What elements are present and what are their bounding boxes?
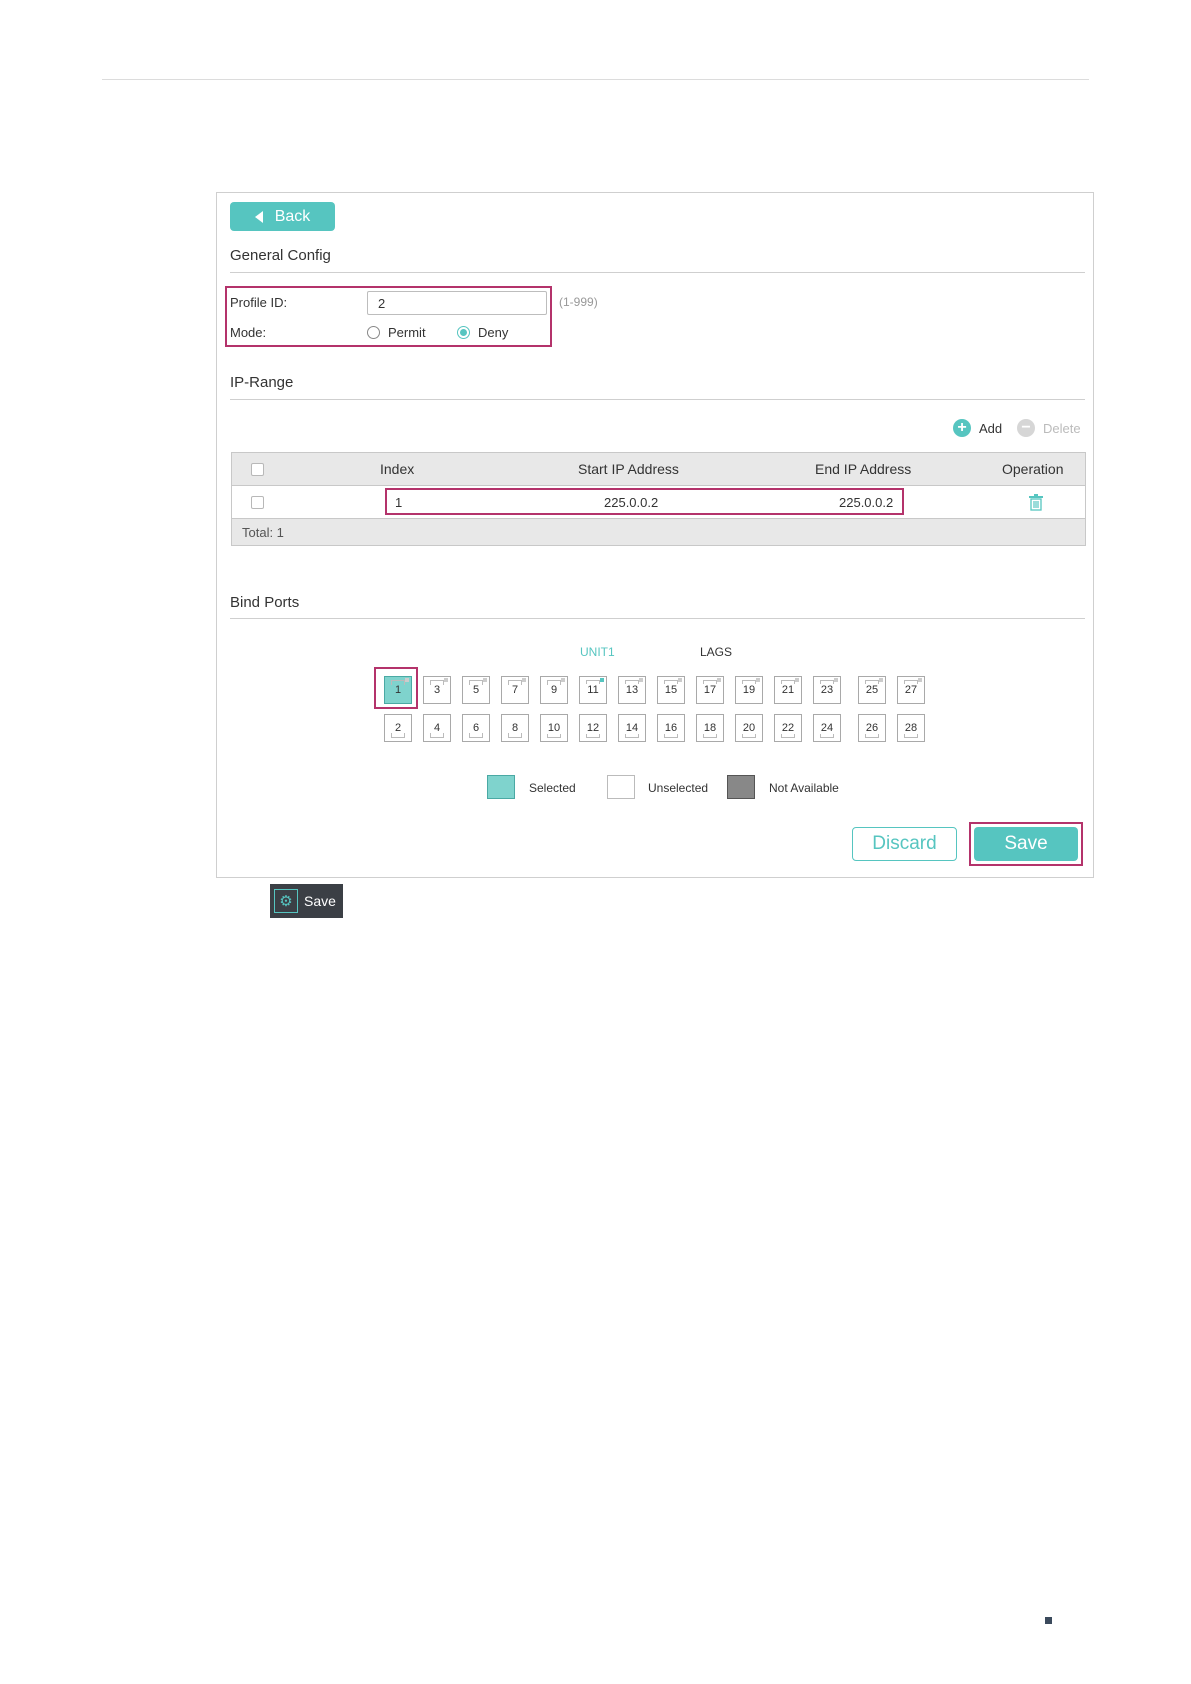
table-header: Index Start IP Address End IP Address Op… xyxy=(232,453,1085,486)
mode-deny-radio[interactable] xyxy=(457,326,470,339)
port-3[interactable]: 3 xyxy=(423,676,451,704)
delete-button[interactable]: − Delete xyxy=(1017,419,1081,437)
port-20[interactable]: 20 xyxy=(735,714,763,742)
add-circle-icon: + xyxy=(953,419,971,437)
select-all-checkbox[interactable] xyxy=(251,462,264,476)
not-available-port-icon xyxy=(727,775,755,799)
port-11[interactable]: 11 xyxy=(579,676,607,704)
port-9[interactable]: 9 xyxy=(540,676,568,704)
save-chip-label: Save xyxy=(304,893,336,909)
legend-unselected: Unselected xyxy=(648,781,709,795)
save-button-highlight xyxy=(969,822,1083,866)
trash-icon[interactable] xyxy=(1028,486,1044,518)
row-checkbox[interactable] xyxy=(251,495,264,509)
port-16[interactable]: 16 xyxy=(657,714,685,742)
port-19[interactable]: 19 xyxy=(735,676,763,704)
port-4[interactable]: 4 xyxy=(423,714,451,742)
bind-ports-divider xyxy=(230,618,1085,619)
port-5[interactable]: 5 xyxy=(462,676,490,704)
port-24[interactable]: 24 xyxy=(813,714,841,742)
mode-deny-label: Deny xyxy=(478,325,509,340)
port-7[interactable]: 7 xyxy=(501,676,529,704)
mode-permit-label: Permit xyxy=(388,325,426,340)
general-config-title: General Config xyxy=(230,247,331,264)
port-18[interactable]: 18 xyxy=(696,714,724,742)
profile-id-input[interactable] xyxy=(367,291,547,315)
unselected-port-icon xyxy=(607,775,635,799)
column-header-end-ip: End IP Address xyxy=(815,461,912,477)
general-config-divider xyxy=(230,272,1085,273)
remove-circle-icon: − xyxy=(1017,419,1035,437)
discard-button[interactable]: Discard xyxy=(852,827,957,861)
port-14[interactable]: 14 xyxy=(618,714,646,742)
port-26[interactable]: 26 xyxy=(858,714,886,742)
ip-range-title: IP-Range xyxy=(230,374,294,391)
port-21[interactable]: 21 xyxy=(774,676,802,704)
port-15[interactable]: 15 xyxy=(657,676,685,704)
column-header-start-ip: Start IP Address xyxy=(578,461,679,477)
profile-id-hint: (1-999) xyxy=(559,295,598,309)
profile-id-label: Profile ID: xyxy=(230,295,288,310)
add-button[interactable]: + Add xyxy=(953,419,1002,437)
gear-icon: ⚙ xyxy=(274,889,298,913)
column-header-index: Index xyxy=(380,461,415,477)
port-22[interactable]: 22 xyxy=(774,714,802,742)
port-17[interactable]: 17 xyxy=(696,676,724,704)
back-button-label: Back xyxy=(274,207,311,225)
port-6[interactable]: 6 xyxy=(462,714,490,742)
ip-range-divider xyxy=(230,399,1085,400)
lags-tab[interactable]: LAGS xyxy=(700,645,732,659)
port-13[interactable]: 13 xyxy=(618,676,646,704)
mode-label: Mode: xyxy=(230,325,267,340)
port-10[interactable]: 10 xyxy=(540,714,568,742)
mode-permit-radio[interactable] xyxy=(367,326,380,339)
port-27[interactable]: 27 xyxy=(897,676,925,704)
port-12[interactable]: 12 xyxy=(579,714,607,742)
page-marker xyxy=(1045,1617,1052,1624)
page-top-rule xyxy=(102,79,1089,80)
column-header-operation: Operation xyxy=(1002,461,1064,477)
unit1-tab[interactable]: UNIT1 xyxy=(580,645,615,659)
bind-ports-title: Bind Ports xyxy=(230,594,300,611)
save-config-chip[interactable]: ⚙ Save xyxy=(270,884,343,918)
delete-label: Delete xyxy=(1043,420,1081,436)
legend-not-available: Not Available xyxy=(769,781,839,795)
selected-port-icon xyxy=(487,775,515,799)
back-arrow-icon xyxy=(254,210,263,223)
back-button[interactable]: Back xyxy=(230,202,335,231)
legend-selected: Selected xyxy=(529,781,576,795)
ip-row-highlight xyxy=(385,488,904,515)
port-8[interactable]: 8 xyxy=(501,714,529,742)
port-23[interactable]: 23 xyxy=(813,676,841,704)
port-25[interactable]: 25 xyxy=(858,676,886,704)
table-footer: Total: 1 xyxy=(232,519,1085,545)
port-28[interactable]: 28 xyxy=(897,714,925,742)
table-total: Total: 1 xyxy=(242,524,284,540)
acl-profile-panel: Back General Config Profile ID: (1-999) … xyxy=(216,192,1094,878)
port-2[interactable]: 2 xyxy=(384,714,412,742)
add-label: Add xyxy=(979,420,1003,436)
